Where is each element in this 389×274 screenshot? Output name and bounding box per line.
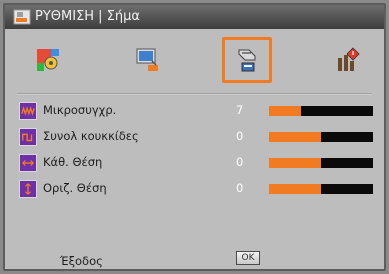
tab-display[interactable] xyxy=(123,37,173,83)
slider-fill xyxy=(269,184,321,194)
ok-button[interactable]: OK xyxy=(236,251,260,265)
projection-screen-icon xyxy=(136,48,158,71)
tab-setup[interactable] xyxy=(222,37,272,83)
row-value: 7 xyxy=(236,103,244,117)
frequency-wave-icon xyxy=(19,102,37,120)
settings-menu-icon xyxy=(13,9,31,25)
row-value: 0 xyxy=(236,129,244,143)
title-bar: ΡΥΘΜΙΣΗ | Σήμα xyxy=(5,5,384,29)
menu-row-vertical-position[interactable]: Οριζ. Θέση 0 xyxy=(19,180,374,198)
tab-options[interactable] xyxy=(322,37,372,83)
row-label: Μικροσυγχρ. xyxy=(43,103,117,117)
tab-picture[interactable] xyxy=(23,37,73,83)
value-slider[interactable] xyxy=(269,132,373,142)
slider-fill xyxy=(269,106,302,116)
value-slider[interactable] xyxy=(269,106,373,116)
menu-tabs xyxy=(17,31,373,91)
row-label: Οριζ. Θέση xyxy=(43,181,107,195)
row-label: Κάθ. Θέση xyxy=(43,155,103,169)
color-palette-icon xyxy=(37,49,59,71)
row-label: Συνολ κουκκίδες xyxy=(43,129,139,143)
menu-row-horizontal-position[interactable]: Κάθ. Θέση 0 xyxy=(19,154,374,172)
value-slider[interactable] xyxy=(269,184,373,194)
window-title: ΡΥΘΜΙΣΗ | Σήμα xyxy=(35,9,140,24)
vertical-position-icon xyxy=(19,180,37,198)
menu-row-frequency[interactable]: Μικροσυγχρ. 7 xyxy=(19,102,374,120)
horizontal-position-icon xyxy=(19,154,37,172)
hand-setup-icon xyxy=(238,49,256,72)
slider-fill xyxy=(269,158,321,168)
row-value: 0 xyxy=(236,155,244,169)
row-value: 0 xyxy=(236,181,244,195)
slider-fill xyxy=(269,132,321,142)
tab-divider xyxy=(17,93,372,95)
phase-clock-icon xyxy=(19,128,37,146)
exit-label: Έξοδος xyxy=(60,254,103,268)
value-slider[interactable] xyxy=(269,158,373,168)
options-info-icon xyxy=(338,47,360,71)
menu-row-phase[interactable]: Συνολ κουκκίδες 0 xyxy=(19,128,374,146)
osd-menu-window: ΡΥΘΜΙΣΗ | Σήμα Μικροσυγχρ. 7 Συνολ κουκκ… xyxy=(3,3,386,271)
